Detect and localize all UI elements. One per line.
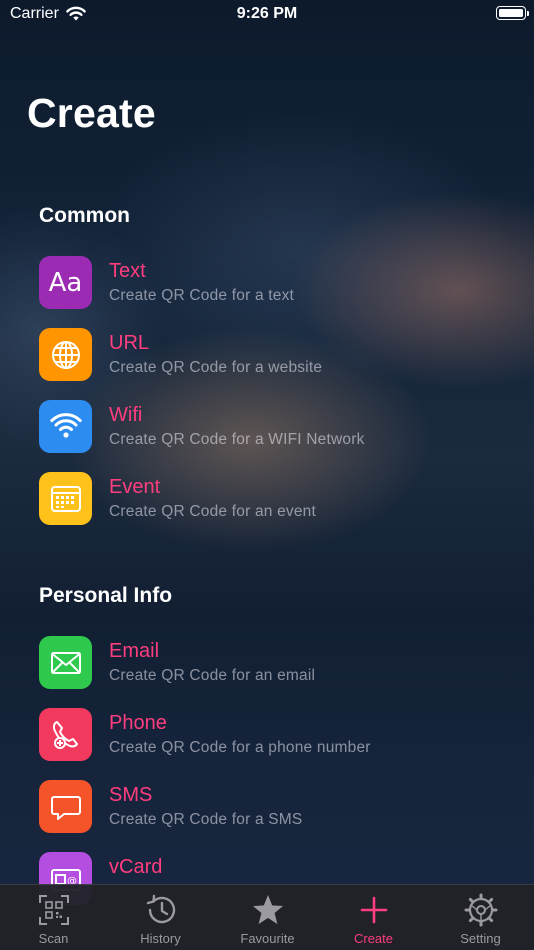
row-title: SMS [109,784,153,806]
history-clock-icon [146,894,175,924]
row-title: Text [109,260,146,282]
tab-label: Setting [460,931,501,946]
tab-favourite[interactable]: Favourite [214,885,321,950]
tab-scan[interactable]: Scan [0,885,107,950]
tab-setting[interactable]: Setting [427,885,534,950]
section-title-personal-info: Personal Info [39,584,173,607]
row-title: Wifi [109,404,143,426]
create-sms-row[interactable]: SMS Create QR Code for a SMS [39,780,519,834]
row-title: Event [109,476,161,498]
row-subtitle: Create QR Code for a WIFI Network [109,431,365,448]
tab-history[interactable]: History [107,885,214,950]
row-subtitle: Create QR Code for a text [109,287,295,304]
status-time: 9:26 PM [236,5,298,22]
star-icon [252,895,283,924]
tab-label: Favourite [240,931,295,946]
create-text-row[interactable]: Aa Text Create QR Code for a text [39,256,519,310]
row-subtitle: Create QR Code for an event [109,503,317,520]
row-title: vCard [109,856,163,878]
page-title: Create [27,90,156,136]
status-bar: Carrier 9:26 PM [0,0,534,30]
tab-bar: Scan History Favourite Create Setting [0,884,534,950]
row-subtitle: Create QR Code for a website [109,359,323,376]
plus-icon [360,896,387,924]
row-subtitle: Create QR Code for a SMS [109,811,303,828]
text-aa-icon: Aa [39,256,92,309]
calendar-icon [39,472,92,525]
tab-label: Create [353,931,394,946]
row-title: Email [109,640,160,662]
create-event-row[interactable]: Event Create QR Code for an event [39,472,519,526]
tab-create[interactable]: Create [320,885,427,950]
row-subtitle: Create QR Code for a phone number [109,739,371,756]
wifi-icon [39,400,92,453]
gear-icon [464,893,497,927]
tab-label: History [140,931,181,946]
envelope-icon [39,636,92,689]
qr-scan-icon [38,895,69,925]
phone-icon [39,708,92,761]
battery-icon [496,6,529,20]
message-icon [39,780,92,833]
row-title: URL [109,332,150,354]
globe-icon [39,328,92,381]
row-title: Phone [109,712,167,734]
create-url-row[interactable]: URL Create QR Code for a website [39,328,519,382]
create-wifi-row[interactable]: Wifi Create QR Code for a WIFI Network [39,400,519,454]
tab-label: Scan [38,931,69,946]
row-subtitle: Create QR Code for an email [109,667,316,684]
section-title-common: Common [39,204,130,227]
create-email-row[interactable]: Email Create QR Code for an email [39,636,519,690]
create-phone-row[interactable]: Phone Create QR Code for a phone number [39,708,519,762]
